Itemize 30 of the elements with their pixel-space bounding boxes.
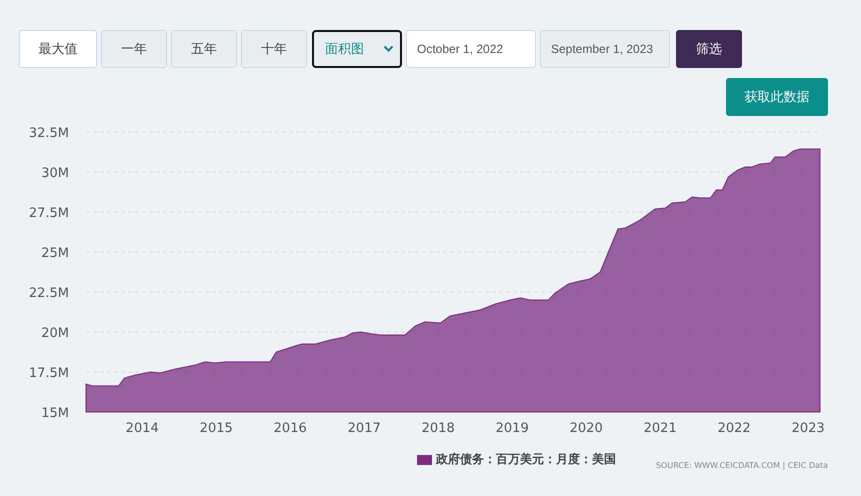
range-button[interactable]: 最大值 xyxy=(19,30,97,68)
range-button[interactable]: 五年 xyxy=(171,30,237,68)
x-axis-label: 2022 xyxy=(718,421,751,436)
y-axis-label: 15M xyxy=(41,406,69,421)
get-data-button[interactable]: 获取此数据 xyxy=(726,78,828,116)
x-axis-label: 2015 xyxy=(200,421,233,436)
range-button[interactable]: 一年 xyxy=(101,30,167,68)
y-axis-label: 27.5M xyxy=(28,206,69,221)
x-axis-label: 2023 xyxy=(792,421,825,436)
x-axis-label: 2018 xyxy=(422,421,455,436)
x-axis-label: 2016 xyxy=(274,421,307,436)
chart-type-select[interactable]: 面积图 xyxy=(312,30,402,68)
range-button[interactable]: 十年 xyxy=(241,30,307,68)
y-axis-label: 25M xyxy=(41,246,69,261)
chevron-icon xyxy=(383,45,394,53)
x-axis-label: 2019 xyxy=(496,421,529,436)
date-field[interactable]: October 1, 2022 xyxy=(406,30,536,68)
y-axis-label: 22.5M xyxy=(28,286,69,301)
y-axis-label: 20M xyxy=(41,326,69,341)
y-axis-label: 30M xyxy=(41,166,69,181)
date-field[interactable]: September 1, 2023 xyxy=(540,30,670,68)
x-axis-label: 2020 xyxy=(570,421,603,436)
y-axis-label: 17.5M xyxy=(28,366,69,381)
filter-button[interactable]: 筛选 xyxy=(676,30,742,68)
y-axis-label: 32.5M xyxy=(28,126,69,141)
x-axis-label: 2014 xyxy=(126,421,159,436)
x-axis-label: 2017 xyxy=(348,421,381,436)
x-axis-label: 2021 xyxy=(644,421,677,436)
legend-label: 政府债务：百万美元：月度：美国 xyxy=(436,451,616,468)
source-note: SOURCE: WWW.CEICDATA.COM | CEIC Data xyxy=(656,461,828,470)
